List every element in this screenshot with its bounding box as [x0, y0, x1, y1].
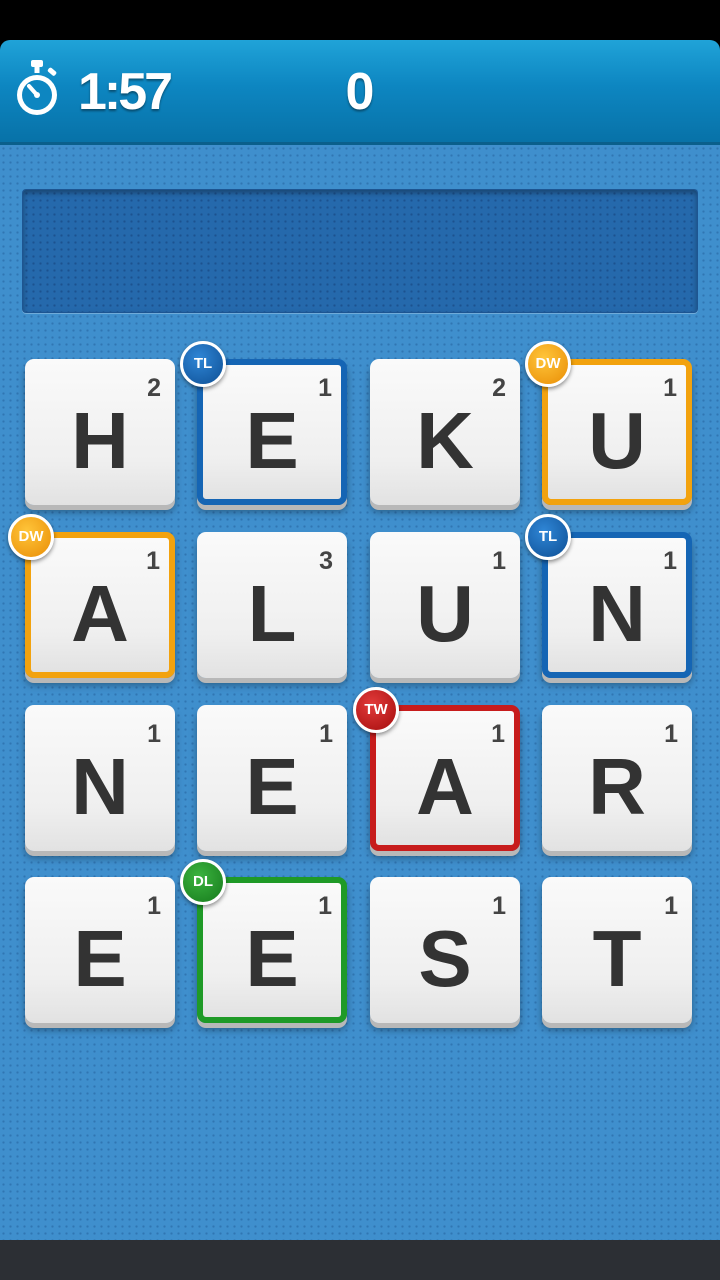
- letter-tile[interactable]: H2: [25, 359, 175, 505]
- tile-points: 1: [318, 892, 332, 920]
- tile-letter: U: [588, 396, 646, 485]
- letter-tile[interactable]: K2: [370, 359, 520, 505]
- letter-tile[interactable]: T1: [542, 877, 692, 1023]
- tile-letter: H: [71, 396, 129, 485]
- tile-letter: N: [71, 742, 129, 831]
- tile-points: 1: [147, 892, 161, 920]
- tile-letter: E: [245, 742, 299, 831]
- letter-tile[interactable]: S1: [370, 877, 520, 1023]
- bonus-badge-tl: TL: [525, 514, 571, 560]
- bonus-badge-dw: DW: [525, 341, 571, 387]
- letter-tile[interactable]: N1: [25, 705, 175, 851]
- tile-letter: E: [73, 914, 127, 1003]
- tile-letter: S: [418, 914, 472, 1003]
- tile-points: 1: [663, 374, 677, 402]
- bonus-badge-tl: TL: [180, 341, 226, 387]
- tile-points: 1: [663, 547, 677, 575]
- timer-display: 1:57: [78, 63, 173, 121]
- tile-letter: E: [245, 914, 299, 1003]
- letter-tile[interactable]: U1: [370, 532, 520, 678]
- tile-letter: N: [588, 569, 646, 658]
- tile-points: 1: [492, 547, 506, 575]
- letter-tile[interactable]: U1: [542, 359, 692, 505]
- tile-points: 2: [492, 374, 506, 402]
- tile-points: 2: [147, 374, 161, 402]
- letter-grid: H 2 E 1 TL K 2 U 1 DW A 1 DW L 3 U 1 N 1 TL N 1 E 1 A 1 TW R 1 E 1 E 1 DL…: [0, 145, 720, 1240]
- tile-points: 1: [147, 720, 161, 748]
- tile-letter: A: [71, 569, 129, 658]
- tile-letter: A: [416, 742, 474, 831]
- letter-tile[interactable]: E1: [25, 877, 175, 1023]
- game-header: 1:57 0: [0, 40, 720, 145]
- tile-points: 1: [318, 374, 332, 402]
- tile-points: 1: [146, 547, 160, 575]
- bonus-badge-tw: TW: [353, 687, 399, 733]
- tile-points: 1: [664, 720, 678, 748]
- tile-letter: L: [247, 569, 297, 658]
- score-display: 0: [345, 63, 375, 121]
- tile-letter: R: [588, 742, 646, 831]
- tile-points: 1: [319, 720, 333, 748]
- tile-points: 1: [491, 720, 505, 748]
- letter-tile[interactable]: N1: [542, 532, 692, 678]
- status-bar: [0, 0, 720, 40]
- tile-letter: U: [416, 569, 474, 658]
- letter-tile[interactable]: E1: [197, 705, 347, 851]
- navigation-bar: [0, 1240, 720, 1280]
- letter-tile[interactable]: E1: [197, 359, 347, 505]
- letter-tile[interactable]: L3: [197, 532, 347, 678]
- letter-tile[interactable]: R1: [542, 705, 692, 851]
- letter-tile[interactable]: E1: [197, 877, 347, 1023]
- letter-tile[interactable]: A1: [25, 532, 175, 678]
- bonus-badge-dl: DL: [180, 859, 226, 905]
- game-board: H 2 E 1 TL K 2 U 1 DW A 1 DW L 3 U 1 N 1 TL N 1 E 1 A 1 TW R 1 E 1 E 1 DL…: [0, 145, 720, 1240]
- tile-points: 1: [664, 892, 678, 920]
- tile-points: 3: [319, 547, 333, 575]
- tile-letter: T: [592, 914, 642, 1003]
- tile-points: 1: [492, 892, 506, 920]
- tile-letter: E: [245, 396, 299, 485]
- stopwatch-icon: [17, 60, 57, 115]
- tile-letter: K: [416, 396, 474, 485]
- letter-tile[interactable]: A1: [370, 705, 520, 851]
- bonus-badge-dw: DW: [8, 514, 54, 560]
